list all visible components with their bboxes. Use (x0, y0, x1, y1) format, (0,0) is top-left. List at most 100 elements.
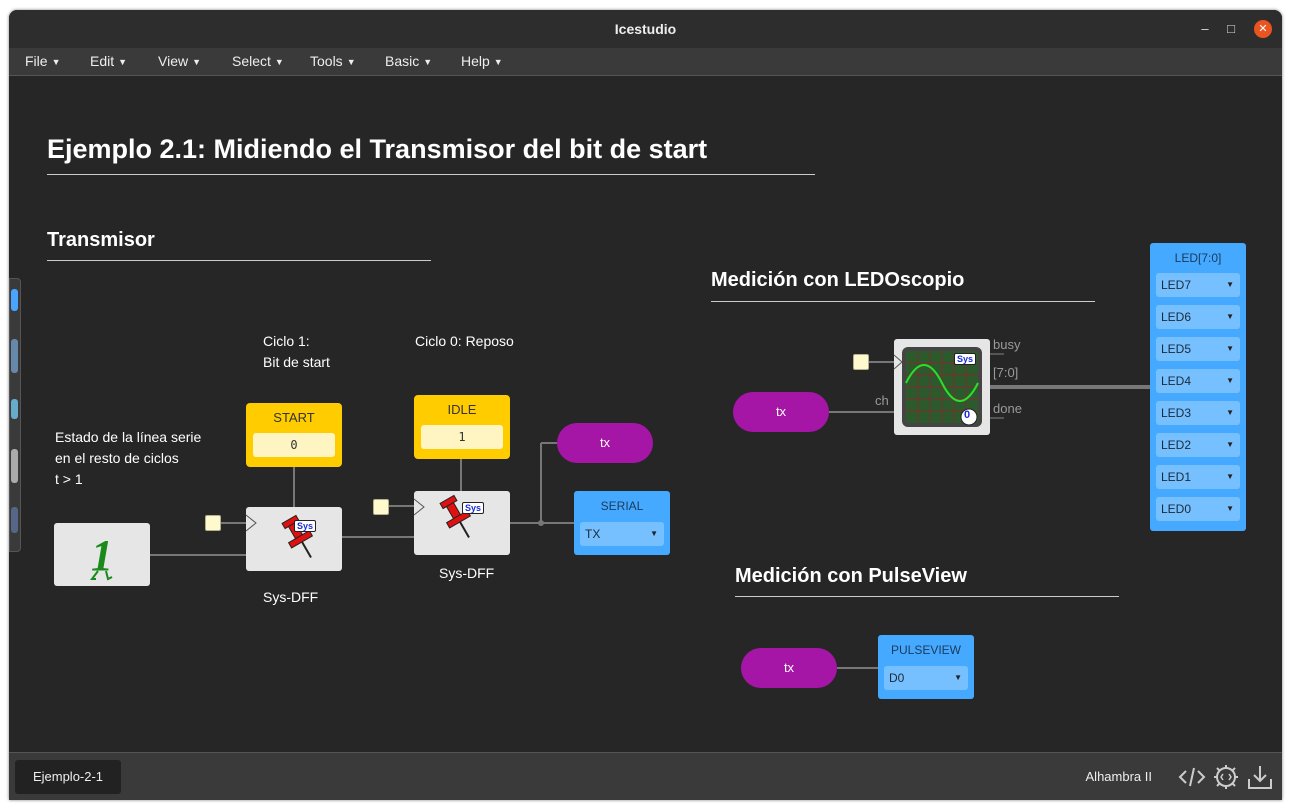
led-bus-output-block[interactable]: LED[7:0] LED7 ▼ LED6 ▼ LED5 ▼ LED4 ▼ LED3 ▼ L… (1150, 243, 1246, 531)
chevron-down-icon: ▼ (493, 57, 503, 67)
chevron-down-icon: ▼ (1226, 280, 1234, 289)
serial-pin-value: TX (585, 527, 601, 541)
sys-dff-block-2[interactable]: Sys (413, 491, 510, 555)
chevron-down-icon: ▼ (1226, 376, 1234, 385)
menu-help[interactable]: Help ▼ (461, 48, 503, 77)
note-estado-line3: t > 1 (55, 471, 83, 487)
dock-indicator (11, 289, 18, 311)
dock-indicator (11, 339, 18, 373)
led-select-7[interactable]: LED7 ▼ (1156, 273, 1240, 297)
tx-input-pill-pulseview[interactable]: tx (741, 648, 837, 688)
pulseview-pin-select[interactable]: D0 ▼ (884, 666, 968, 690)
title-bar: Icestudio – □ ✕ (9, 10, 1282, 48)
menu-edit-label: Edit (90, 53, 115, 69)
const-start-block[interactable]: START 0 (246, 403, 342, 467)
menu-view-label: View (158, 53, 189, 69)
led-select-2[interactable]: LED2 ▼ (1156, 433, 1240, 457)
clock-input-1[interactable] (205, 515, 221, 531)
pulseview-output-block[interactable]: PULSEVIEW D0 ▼ (878, 635, 974, 699)
sys-dff-block-1[interactable]: Sys (245, 507, 342, 571)
const-one-block[interactable]: 1 (54, 523, 150, 586)
led-select-value: LED4 (1161, 374, 1192, 388)
chevron-down-icon: ▼ (423, 57, 433, 67)
serial-pin-select[interactable]: TX ▼ (580, 522, 664, 546)
chevron-down-icon: ▼ (1226, 440, 1234, 449)
clock-input-ledoscope[interactable] (853, 354, 869, 370)
note-ciclo1-line2: Bit de start (263, 354, 330, 370)
led-select-5[interactable]: LED5 ▼ (1156, 337, 1240, 361)
menu-bar: File ▼ Edit ▼ View ▼ Select ▼ Tools ▼ Basic ▼ … (9, 48, 1282, 76)
note-estado-line2: en el resto de ciclos (55, 450, 179, 466)
close-button[interactable]: ✕ (1254, 20, 1272, 38)
port-busy: busy (993, 337, 1021, 352)
menu-tools[interactable]: Tools ▼ (310, 48, 356, 77)
sys-badge: Sys (294, 520, 317, 532)
ledoscopio-underline (711, 301, 1095, 302)
ledoscopio-title: Medición con LEDOscopio (711, 269, 965, 291)
menu-select[interactable]: Select ▼ (232, 48, 284, 77)
const-start-value[interactable]: 0 (253, 433, 335, 457)
serial-name: SERIAL (600, 499, 644, 513)
design-canvas[interactable]: Ejemplo 2.1: Midiendo el Transmisor del … (9, 76, 1282, 752)
const-idle-block[interactable]: IDLE 1 (414, 395, 510, 459)
file-tab[interactable]: Ejemplo-2-1 (15, 760, 121, 794)
led-select-value: LED0 (1161, 502, 1192, 516)
svg-text:1: 1 (91, 531, 113, 580)
port-ch: ch (875, 393, 889, 408)
menu-basic[interactable]: Basic ▼ (385, 48, 432, 77)
chevron-down-icon: ▼ (118, 57, 128, 67)
clock-input-2[interactable] (373, 499, 389, 515)
transmisor-underline (47, 260, 431, 261)
led-select-6[interactable]: LED6 ▼ (1156, 305, 1240, 329)
led-select-3[interactable]: LED3 ▼ (1156, 401, 1240, 425)
code-icon[interactable] (1178, 763, 1206, 791)
menu-select-label: Select (232, 53, 271, 69)
chevron-down-icon: ▼ (346, 57, 356, 67)
maximize-button[interactable]: □ (1222, 20, 1240, 38)
led-select-0[interactable]: LED0 ▼ (1156, 497, 1240, 521)
led-select-value: LED6 (1161, 310, 1192, 324)
pulseview-pin-value: D0 (889, 671, 905, 685)
pushpin-icon (413, 494, 472, 539)
dock-indicator (11, 399, 18, 419)
led-select-value: LED3 (1161, 406, 1192, 420)
chevron-down-icon: ▼ (1226, 344, 1234, 353)
chevron-down-icon: ▼ (650, 529, 658, 538)
menu-view[interactable]: View ▼ (158, 48, 201, 77)
chevron-down-icon: ▼ (1226, 504, 1234, 513)
const-idle-name: IDLE (447, 402, 477, 417)
chevron-down-icon: ▼ (1226, 472, 1234, 481)
chevron-down-icon: ▼ (1226, 312, 1234, 321)
settings-chip-icon[interactable] (1212, 763, 1240, 791)
port-done: done (993, 401, 1022, 416)
app-window: Icestudio – □ ✕ File ▼ Edit ▼ View ▼ Select… (9, 10, 1282, 800)
minimize-button[interactable]: – (1196, 20, 1214, 38)
board-name[interactable]: Alhambra II (1086, 753, 1152, 800)
ledoscope-block[interactable]: Sys 0 (893, 339, 990, 435)
left-dock-panel (9, 278, 21, 552)
led-select-4[interactable]: LED4 ▼ (1156, 369, 1240, 393)
digit-one-icon: 1 (90, 531, 113, 581)
status-bar: Ejemplo-2-1 Alhambra II (9, 752, 1282, 800)
download-icon[interactable] (1246, 763, 1274, 791)
main-title: Ejemplo 2.1: Midiendo el Transmisor del … (47, 134, 708, 164)
const-start-name: START (273, 410, 315, 425)
tx-input-pill-ledoscope[interactable]: tx (733, 392, 829, 432)
menu-edit[interactable]: Edit ▼ (90, 48, 127, 77)
sys-badge: Sys (462, 502, 485, 514)
tx-output-pill[interactable]: tx (557, 423, 653, 463)
chevron-down-icon: ▼ (274, 57, 284, 67)
note-ciclo0: Ciclo 0: Reposo (415, 333, 514, 349)
led-bus-name: LED[7:0] (1174, 251, 1222, 265)
note-estado-line1: Estado de la línea serie (55, 429, 202, 445)
const-idle-value[interactable]: 1 (421, 425, 503, 449)
chevron-down-icon: ▼ (51, 57, 61, 67)
menu-file[interactable]: File ▼ (25, 48, 60, 77)
note-ciclo1-line1: Ciclo 1: (263, 333, 310, 349)
led-select-1[interactable]: LED1 ▼ (1156, 465, 1240, 489)
menu-help-label: Help (461, 53, 490, 69)
main-title-underline (47, 174, 815, 175)
serial-output-block[interactable]: SERIAL TX ▼ (574, 491, 670, 555)
dff1-label: Sys-DFF (263, 589, 319, 605)
pulseview-underline (735, 596, 1119, 597)
